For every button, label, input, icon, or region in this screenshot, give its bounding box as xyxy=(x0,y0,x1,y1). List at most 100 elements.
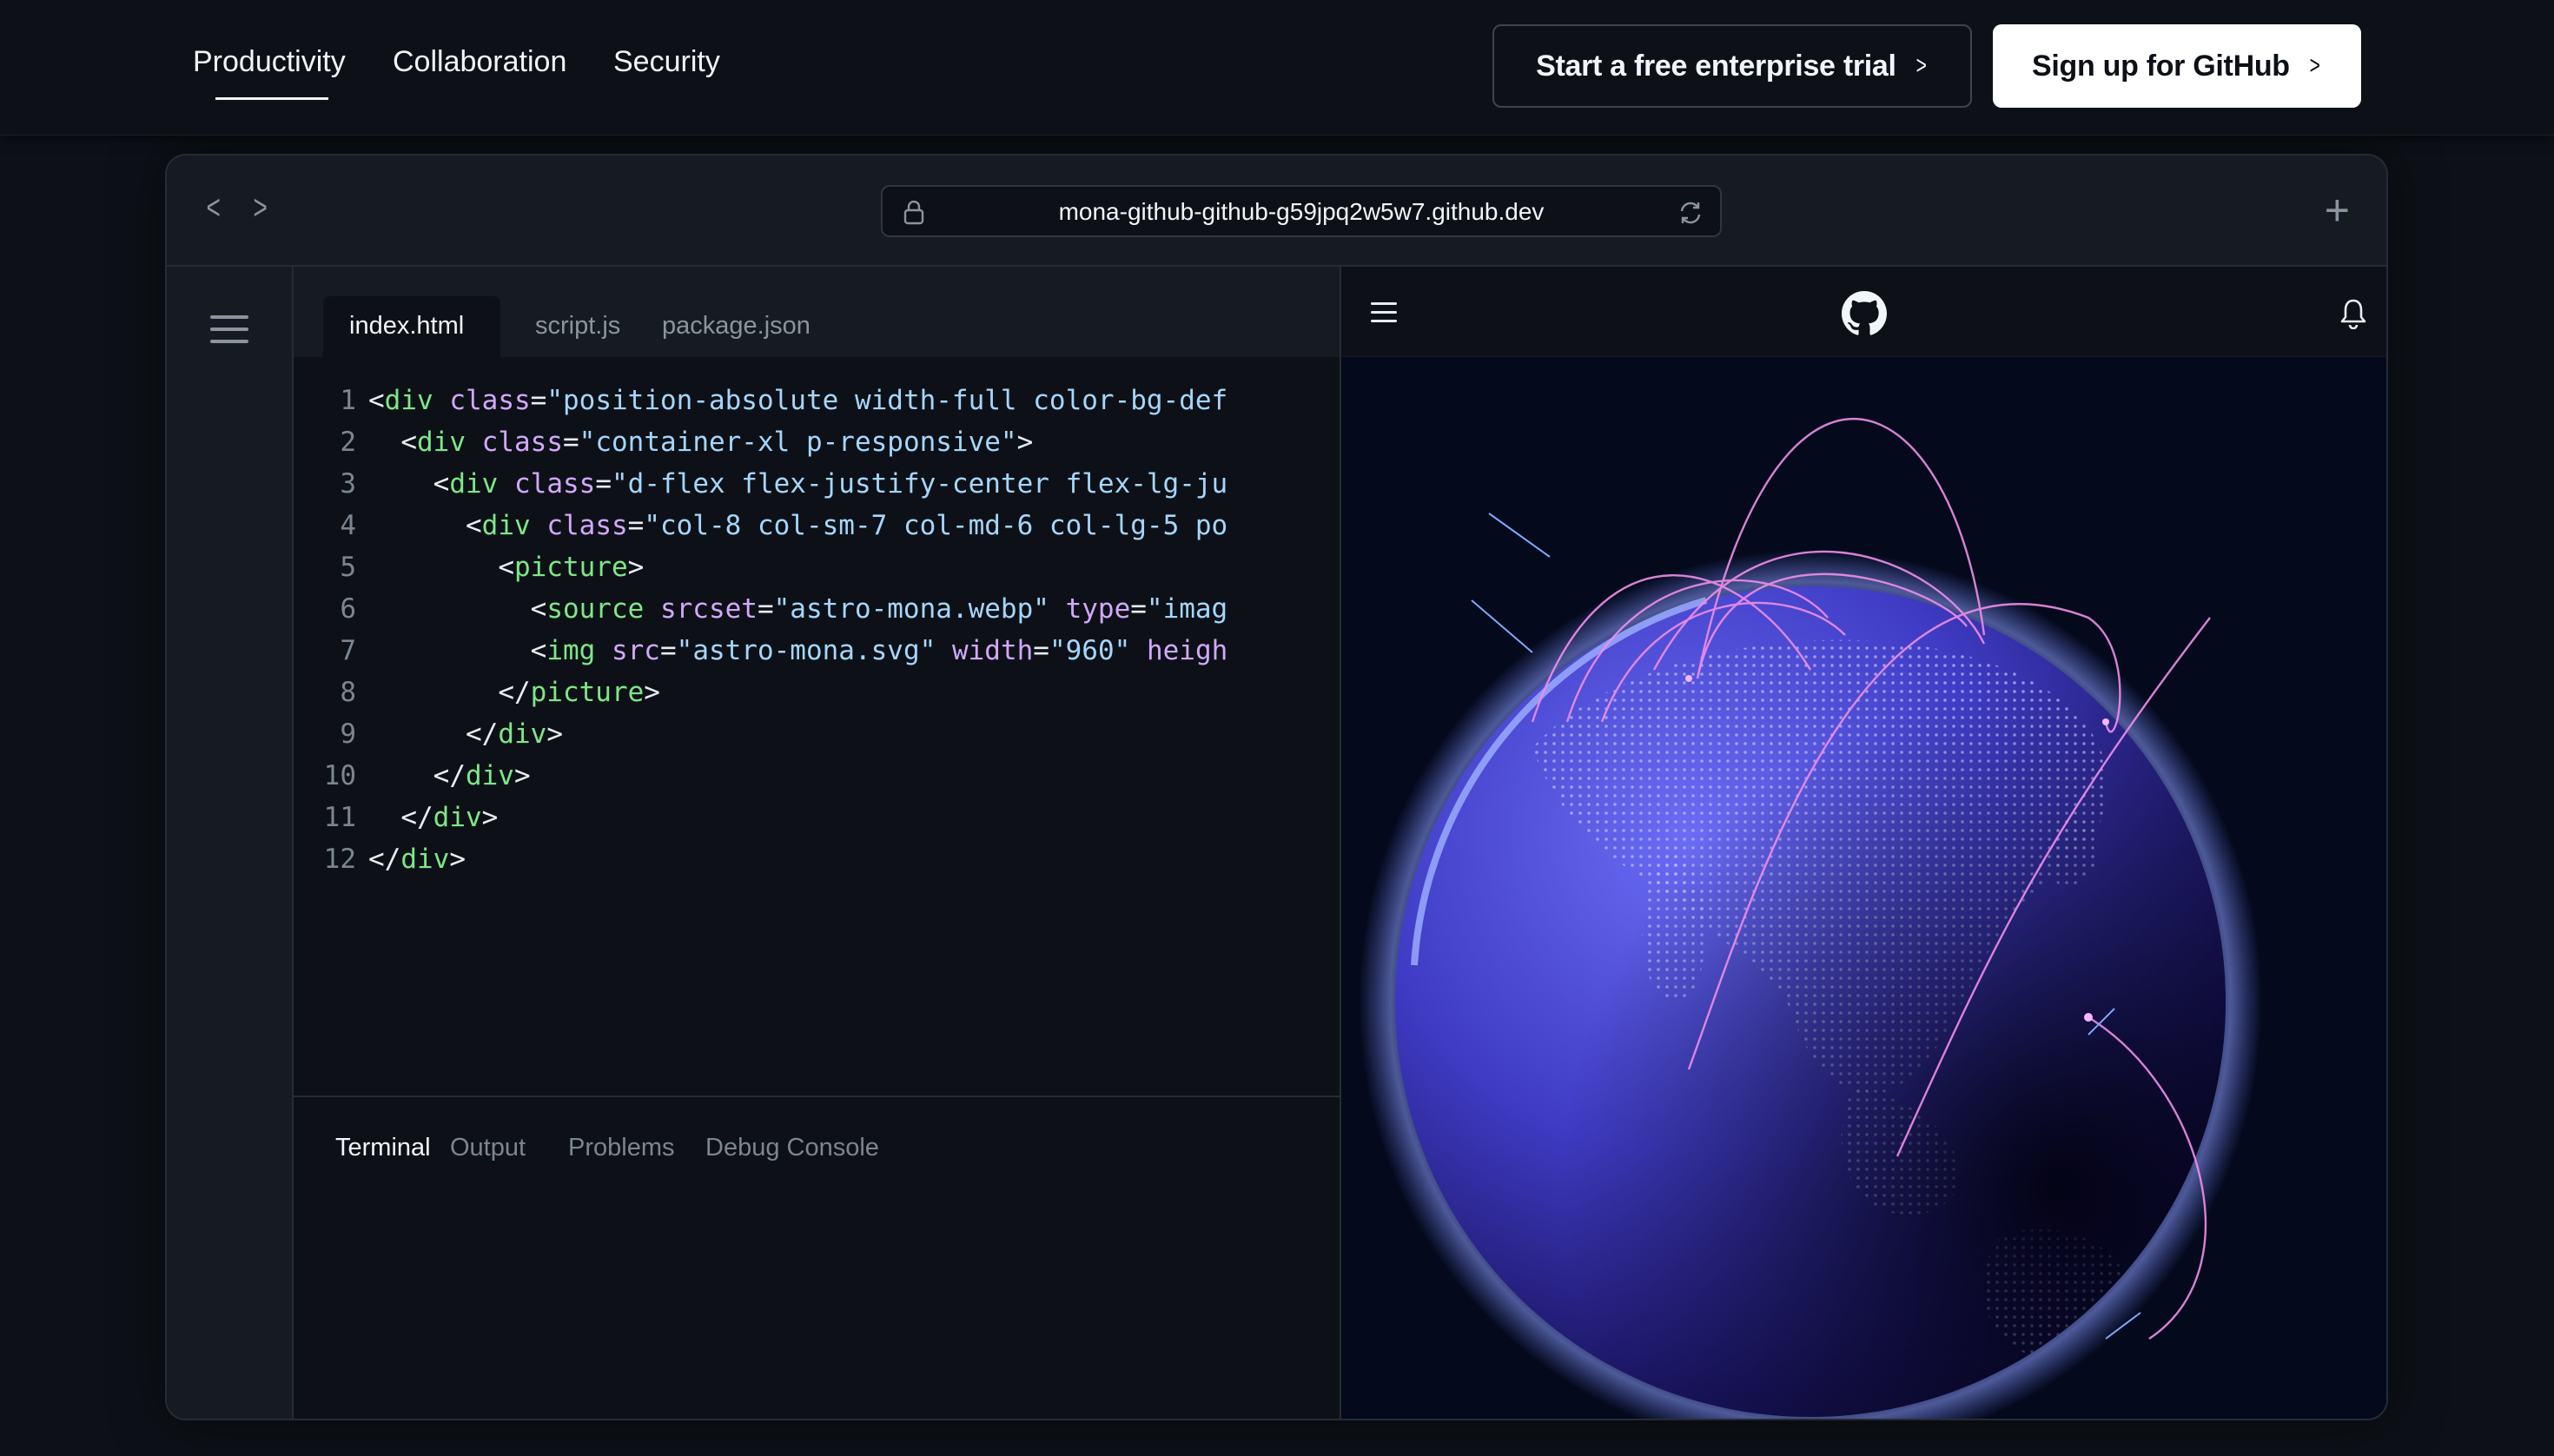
code-line: 6 <source srcset="astro-mona.webp" type=… xyxy=(294,593,1293,635)
code-token: "d-flex flex-justify-center flex-lg-ju xyxy=(612,468,1228,500)
bottom-panel: Terminal Output Problems Debug Console xyxy=(294,1095,1340,1419)
bell-icon[interactable] xyxy=(2339,298,2367,329)
code-token: heigh xyxy=(1146,635,1228,666)
tab-collaboration[interactable]: Collaboration xyxy=(393,45,566,79)
code-line: 3 <div class="d-flex flex-justify-center… xyxy=(294,468,1293,510)
tab-script-js[interactable]: script.js xyxy=(518,296,631,357)
browser-window: < > mona-github-github-g59jpq2w5w7.githu… xyxy=(165,154,2388,1420)
code-token: > xyxy=(513,760,531,791)
code-line: 11 </div> xyxy=(294,802,1293,844)
plus-icon[interactable]: + xyxy=(2325,185,2350,235)
code-token: > xyxy=(1016,427,1034,458)
code-token: </ xyxy=(433,760,466,791)
code-token: div xyxy=(465,760,514,791)
code-token: < xyxy=(368,385,385,416)
hamburger-menu-icon[interactable] xyxy=(1371,301,1397,324)
line-number: 3 xyxy=(340,468,356,500)
enterprise-trial-button[interactable]: Start a free enterprise trial > xyxy=(1492,24,1972,108)
code-area[interactable]: 1 <div class="position-absolute width-ful… xyxy=(294,385,1340,932)
code-token: < xyxy=(530,635,547,666)
code-token: = xyxy=(563,427,579,458)
panel-tab-terminal[interactable]: Terminal xyxy=(335,1134,431,1162)
chevron-right-icon: > xyxy=(1916,51,1927,80)
chevron-right-icon[interactable]: > xyxy=(254,189,268,228)
address-bar[interactable]: mona-github-github-g59jpq2w5w7.github.de… xyxy=(881,185,1722,237)
line-number: 12 xyxy=(323,844,356,875)
line-number: 9 xyxy=(340,718,356,750)
code-token: = xyxy=(757,593,774,625)
panel-tab-problems[interactable]: Problems xyxy=(568,1134,675,1162)
line-number: 6 xyxy=(340,593,356,625)
code-token: = xyxy=(659,635,677,666)
code-line: 4 <div class="col-8 col-sm-7 col-md-6 co… xyxy=(294,510,1293,552)
code-line: 12 </div> xyxy=(294,844,1293,885)
code-token: div xyxy=(417,427,466,458)
panel-tab-output[interactable]: Output xyxy=(450,1134,526,1162)
top-navigation: Productivity Collaboration Security Star… xyxy=(0,0,2554,136)
code-line: 2 <div class="container-xl p-responsive"… xyxy=(294,427,1293,468)
code-token: div xyxy=(498,718,547,750)
panel-tab-debug-console[interactable]: Debug Console xyxy=(705,1134,879,1162)
tab-security[interactable]: Security xyxy=(613,45,720,79)
code-token: img xyxy=(546,635,596,666)
tab-package-json[interactable]: package.json xyxy=(645,296,818,357)
reload-icon[interactable] xyxy=(1677,199,1704,227)
code-token: < xyxy=(530,593,547,625)
chevron-left-icon[interactable]: < xyxy=(207,189,221,228)
code-token: = xyxy=(1130,593,1147,625)
line-number: 8 xyxy=(340,677,356,708)
line-number: 10 xyxy=(323,760,356,791)
code-line: 1 <div class="position-absolute width-ful… xyxy=(294,385,1293,427)
activity-rail xyxy=(167,267,294,1419)
enterprise-trial-label: Start a free enterprise trial xyxy=(1536,49,1896,83)
line-number: 2 xyxy=(340,427,356,458)
code-token: class xyxy=(546,510,628,541)
code-token: > xyxy=(449,844,466,875)
code-token: div xyxy=(449,468,499,500)
tab-productivity[interactable]: Productivity xyxy=(193,45,346,79)
url-text: mona-github-github-g59jpq2w5w7.github.de… xyxy=(1058,198,1545,225)
github-logo-icon[interactable] xyxy=(1842,291,1887,336)
code-token: "col-8 col-sm-7 col-md-6 col-lg-5 po xyxy=(644,510,1228,541)
code-token: > xyxy=(546,718,563,750)
code-token: "960" xyxy=(1049,635,1131,666)
globe-shadow xyxy=(1395,586,2226,1417)
browser-toolbar: < > mona-github-github-g59jpq2w5w7.githu… xyxy=(167,156,2386,267)
signup-button[interactable]: Sign up for GitHub > xyxy=(1993,24,2361,108)
code-token: </ xyxy=(368,844,401,875)
code-token: div xyxy=(433,802,482,833)
code-token: = xyxy=(1033,635,1049,666)
code-token: "imag xyxy=(1146,593,1228,625)
code-token: = xyxy=(595,468,612,500)
line-number: 4 xyxy=(340,510,356,541)
globe-illustration xyxy=(1359,417,2262,1419)
hamburger-menu-icon[interactable] xyxy=(210,314,248,345)
code-token: = xyxy=(530,385,547,416)
code-token: class xyxy=(481,427,563,458)
active-tab-underline xyxy=(215,97,328,100)
line-number: 1 xyxy=(340,385,356,416)
code-token: src xyxy=(611,635,660,666)
code-token: "container-xl p-responsive" xyxy=(579,427,1017,458)
code-token: </ xyxy=(465,718,499,750)
code-token: > xyxy=(644,677,660,708)
tab-index-html[interactable]: index.html xyxy=(323,296,500,357)
code-token: class xyxy=(449,385,531,416)
signup-label: Sign up for GitHub xyxy=(2032,49,2290,83)
code-line: 9 </div> xyxy=(294,718,1293,760)
chevron-right-icon: > xyxy=(2309,51,2320,80)
line-number: 7 xyxy=(340,635,356,666)
